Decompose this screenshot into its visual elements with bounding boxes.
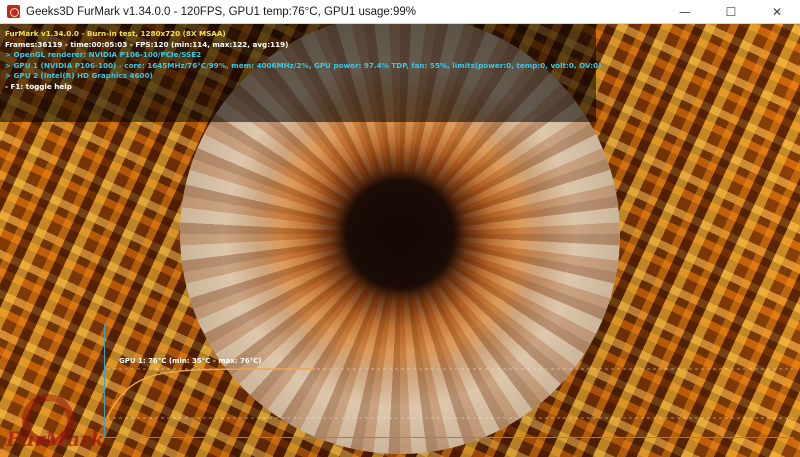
temperature-label: GPU 1: 76°C (min: 35°C - max: 76°C) [119,357,262,365]
window-title: Geeks3D FurMark v1.34.0.0 - 120FPS, GPU1… [26,5,417,18]
window-controls: — ☐ ✕ [662,0,800,24]
hud-overlay: FurMark v1.34.0.0 - Burn-in test, 1280x7… [0,24,602,122]
temperature-curve [106,368,315,419]
gpu-temperature-graph: GPU 1: 76°C (min: 35°C - max: 76°C) [104,324,794,438]
furmark-logo: FurMark [6,394,104,456]
logo-text: FurMark [6,427,105,451]
title-bar: Geeks3D FurMark v1.34.0.0 - 120FPS, GPU1… [0,0,800,24]
hud-renderer-line: > OpenGL renderer: NVIDIA P106-100/PCIe/… [5,50,202,60]
close-button[interactable]: ✕ [754,0,800,24]
render-viewport[interactable]: FurMark v1.34.0.0 - Burn-in test, 1280x7… [0,24,800,457]
hud-gpu1-line: > GPU 1 (NVIDIA P106-100) - core: 1645MH… [5,60,602,70]
hud-title-line: FurMark v1.34.0.0 - Burn-in test, 1280x7… [5,29,226,38]
furmark-app-icon[interactable] [7,5,20,18]
hud-frames-line: Frames:36119 - time:00:05:03 - FPS:120 (… [5,39,289,49]
minimize-button[interactable]: — [662,0,708,24]
hud-gpu2-line: > GPU 2 (Intel(R) HD Graphics 4600) [5,71,153,81]
temperature-graph-svg [106,368,793,419]
maximize-button[interactable]: ☐ [708,0,754,24]
hud-help-line: - F1: toggle help [5,81,72,91]
